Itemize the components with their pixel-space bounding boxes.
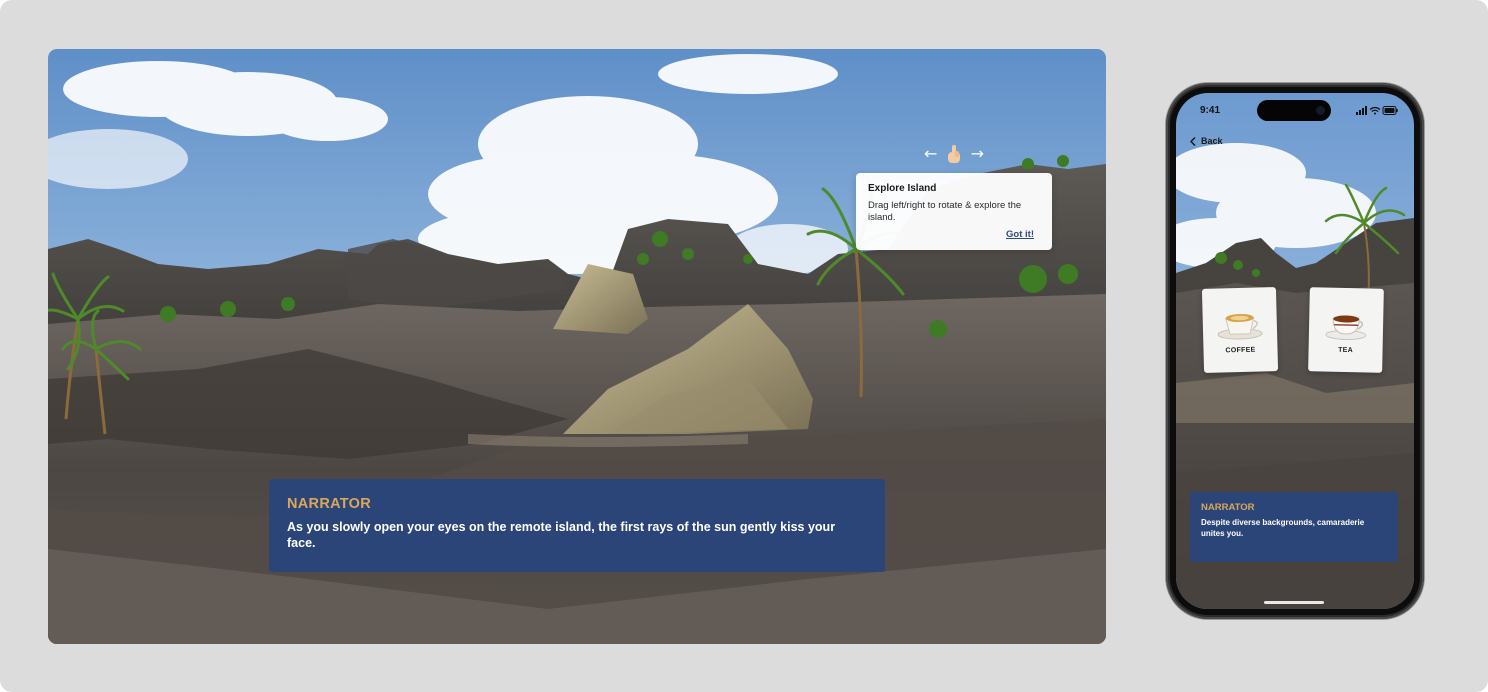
arrow-left-icon: ← [924, 144, 938, 163]
got-it-button[interactable]: Got it! [1006, 229, 1034, 240]
coffee-choice-label: COFFEE [1225, 346, 1256, 355]
phone-narrator-speaker-name: NARRATOR [1201, 502, 1255, 513]
front-camera-icon [1316, 106, 1325, 115]
coffee-cup-icon [1217, 313, 1263, 340]
presentation-canvas: ← → Explore Island Drag left/right to ro… [0, 0, 1488, 692]
phone-screen[interactable]: 9:41 Back COFFEE TEA NARRATOR Despite di… [1176, 93, 1414, 609]
status-bar-time: 9:41 [1200, 105, 1221, 116]
back-button[interactable]: Back [1190, 136, 1223, 146]
tea-choice-card[interactable]: TEA [1308, 287, 1384, 373]
home-indicator[interactable] [1264, 601, 1324, 604]
back-label: Back [1201, 136, 1223, 146]
status-icons [1356, 106, 1398, 115]
phone-narrator-dialog-text: Despite diverse backgrounds, camaraderie… [1201, 518, 1365, 538]
chevron-left-icon [1190, 136, 1196, 146]
arrow-right-icon: → [970, 144, 984, 163]
narrator-dialog-text: As you slowly open your eyes on the remo… [287, 520, 836, 550]
tea-cup-icon [1325, 315, 1367, 341]
swipe-hint: ← → [924, 142, 984, 166]
hand-pointer-icon [948, 145, 960, 163]
tooltip-body: Drag left/right to rotate & explore the … [868, 200, 1022, 223]
coffee-choice-card[interactable]: COFFEE [1201, 287, 1279, 373]
phone-narrator-dialog-box[interactable]: NARRATOR Despite diverse backgrounds, ca… [1190, 492, 1398, 562]
cellular-signal-icon [1356, 106, 1367, 115]
dynamic-island [1257, 100, 1331, 121]
desktop-game-viewport[interactable]: ← → Explore Island Drag left/right to ro… [48, 49, 1106, 644]
wifi-icon [1369, 106, 1381, 113]
narrator-dialog-box[interactable]: NARRATOR As you slowly open your eyes on… [269, 479, 885, 572]
tooltip-title: Explore Island [868, 183, 937, 194]
battery-icon [1382, 106, 1398, 115]
narrator-speaker-name: NARRATOR [287, 496, 372, 512]
phone-mockup: 9:41 Back COFFEE TEA NARRATOR Despite di… [1166, 83, 1424, 619]
explore-island-tooltip: Explore Island Drag left/right to rotate… [856, 173, 1052, 250]
tea-choice-label: TEA [1338, 346, 1354, 355]
